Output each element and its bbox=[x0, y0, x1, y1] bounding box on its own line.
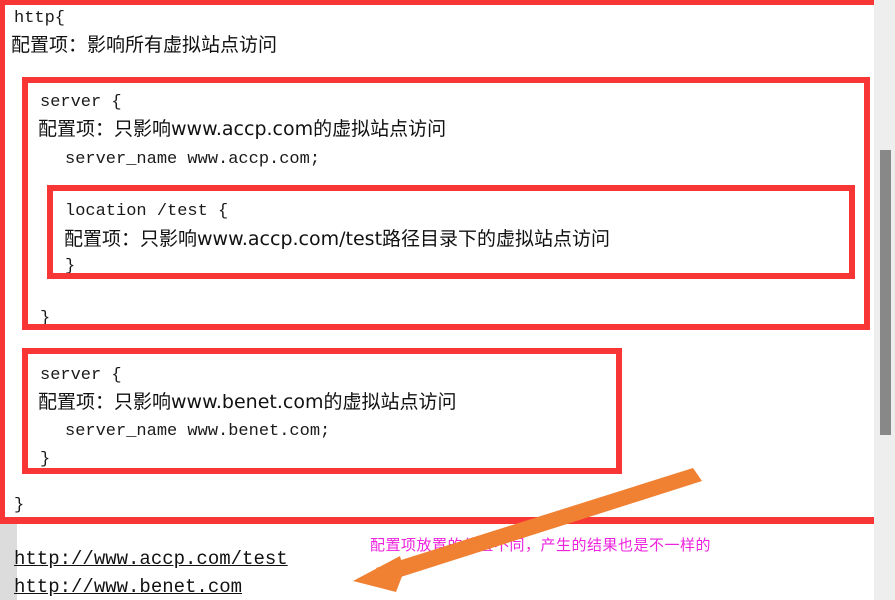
link-benet[interactable]: http://www.benet.com bbox=[14, 576, 242, 598]
code-line-server-accp-close: } bbox=[40, 309, 51, 328]
code-line-http-open: http{ bbox=[14, 9, 66, 28]
code-line-server-benet-comment: 配置项：只影响www.benet.com的虚拟站点访问 bbox=[38, 391, 457, 413]
screenshot-root: http{ 配置项：影响所有虚拟站点访问 server { 配置项：只影响www… bbox=[0, 0, 895, 600]
link-accp-test[interactable]: http://www.accp.com/test bbox=[14, 548, 288, 570]
code-line-server-benet-name: server_name www.benet.com; bbox=[65, 422, 331, 441]
vertical-scrollbar-thumb[interactable] bbox=[880, 150, 891, 435]
code-line-server-benet-close: } bbox=[40, 450, 51, 469]
code-line-http-comment: 配置项：影响所有虚拟站点访问 bbox=[11, 34, 278, 56]
document-page-upper bbox=[0, 0, 874, 524]
code-line-location-close: } bbox=[65, 257, 76, 276]
vertical-scrollbar-track[interactable] bbox=[874, 0, 895, 600]
code-line-location-comment: 配置项：只影响www.accp.com/test路径目录下的虚拟站点访问 bbox=[64, 228, 611, 250]
code-line-server-accp-open: server { bbox=[40, 93, 122, 112]
code-line-server-accp-name: server_name www.accp.com; bbox=[65, 150, 321, 169]
annotation-text: 配置项放置的位置不同，产生的结果也是不一样的 bbox=[370, 536, 712, 554]
code-line-server-accp-comment: 配置项：只影响www.accp.com的虚拟站点访问 bbox=[38, 118, 447, 140]
code-line-location-open: location /test { bbox=[65, 202, 229, 221]
code-line-http-close: } bbox=[14, 496, 25, 515]
document-page bbox=[0, 0, 874, 600]
code-line-server-benet-open: server { bbox=[40, 366, 122, 385]
